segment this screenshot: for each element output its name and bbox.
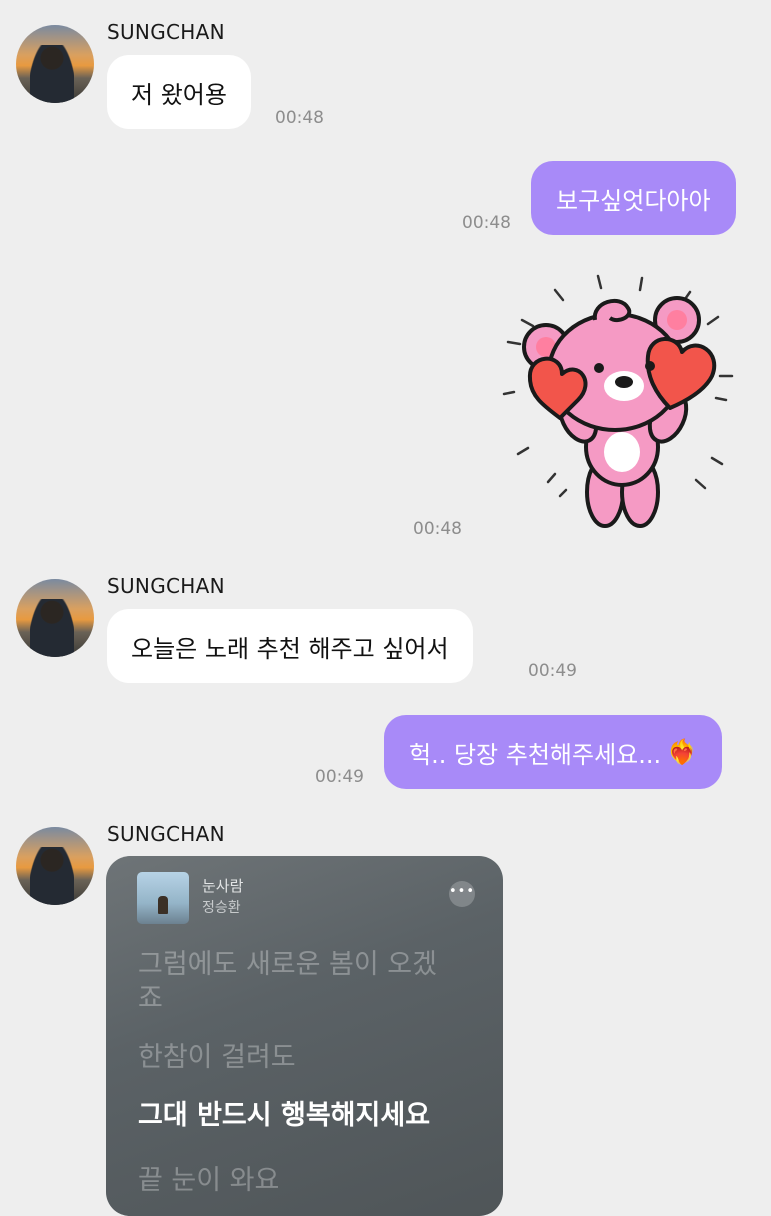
heart-on-fire-icon: ❤️‍🔥 <box>667 738 698 766</box>
message-text: 오늘은 노래 추천 해주고 싶어서 <box>131 634 449 663</box>
lyric-line: 죠 <box>138 983 163 1014</box>
more-options-button[interactable]: ••• <box>449 881 475 907</box>
incoming-message-bubble[interactable]: 저 왔어용 <box>107 55 251 129</box>
music-lyrics-card[interactable]: 눈사람 정승환 ••• 그럼에도 새로운 봄이 오겠 죠 한참이 걸려도 그대 … <box>106 856 503 1216</box>
message-text: 보구싶엇다아아 <box>556 186 711 215</box>
song-title: 눈사람 <box>202 877 244 895</box>
incoming-message-bubble[interactable]: 오늘은 노래 추천 해주고 싶어서 <box>107 609 473 683</box>
lyric-line-active: 그대 반드시 행복해지세요 <box>138 1100 431 1131</box>
avatar[interactable] <box>16 579 94 657</box>
message-text: 저 왔어용 <box>131 80 227 109</box>
lyric-line: 끝 눈이 와요 <box>138 1165 280 1196</box>
message-time: 00:49 <box>528 661 577 681</box>
lyric-line: 한참이 걸려도 <box>138 1042 296 1073</box>
sender-name: SUNGCHAN <box>107 574 225 598</box>
message-time: 00:48 <box>413 519 462 539</box>
outgoing-message-bubble[interactable]: 헉.. 당장 추천해주세요... ❤️‍🔥 <box>384 715 723 789</box>
sender-name: SUNGCHAN <box>107 20 225 44</box>
lyric-line: 그럼에도 새로운 봄이 오겠 <box>138 949 437 980</box>
message-time: 00:48 <box>462 213 511 233</box>
message-time: 00:49 <box>315 767 364 787</box>
song-artist: 정승환 <box>202 900 241 916</box>
avatar[interactable] <box>16 25 94 103</box>
message-time: 00:48 <box>275 108 324 128</box>
pink-bear-sticker[interactable] <box>500 272 745 534</box>
outgoing-message-bubble[interactable]: 보구싶엇다아아 <box>531 161 736 235</box>
avatar[interactable] <box>16 827 94 905</box>
sender-name: SUNGCHAN <box>107 822 225 846</box>
message-text: 헉.. 당장 추천해주세요... <box>409 740 662 769</box>
album-cover <box>137 872 189 924</box>
